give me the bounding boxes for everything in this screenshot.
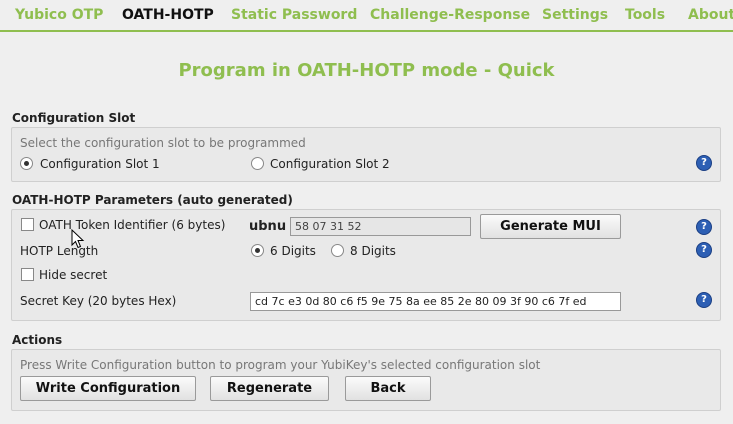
hide-secret-label[interactable]: Hide secret bbox=[39, 268, 107, 282]
nav-static-password[interactable]: Static Password bbox=[231, 7, 357, 23]
question-circle-icon[interactable]: ? bbox=[696, 219, 712, 235]
slot1-radio[interactable] bbox=[20, 157, 33, 170]
hide-secret-checkbox[interactable] bbox=[21, 268, 34, 281]
six-digits-radio[interactable] bbox=[251, 244, 264, 257]
slot1-label[interactable]: Configuration Slot 1 bbox=[40, 157, 160, 171]
params-group: OATH Token Identifier (6 bytes) ubnu Gen… bbox=[11, 209, 721, 321]
config-slot-heading: Configuration Slot bbox=[12, 111, 136, 125]
nav-challenge-response[interactable]: Challenge-Response bbox=[370, 7, 530, 23]
secret-key-label: Secret Key (20 bytes Hex) bbox=[20, 294, 177, 308]
page-title: Program in OATH-HOTP mode - Quick bbox=[178, 60, 555, 81]
nav-settings[interactable]: Settings bbox=[542, 7, 608, 23]
question-circle-icon[interactable]: ? bbox=[696, 155, 712, 171]
slot2-radio[interactable] bbox=[251, 157, 264, 170]
token-id-checkbox[interactable] bbox=[21, 218, 34, 231]
secret-key-input[interactable] bbox=[250, 292, 621, 311]
regenerate-button[interactable]: Regenerate bbox=[210, 376, 329, 401]
actions-group: Press Write Configuration button to prog… bbox=[11, 349, 721, 411]
question-circle-icon[interactable]: ? bbox=[696, 292, 712, 308]
six-digits-label[interactable]: 6 Digits bbox=[270, 244, 316, 258]
eight-digits-label[interactable]: 8 Digits bbox=[350, 244, 396, 258]
actions-heading: Actions bbox=[12, 333, 63, 347]
token-id-label[interactable]: OATH Token Identifier (6 bytes) bbox=[39, 218, 225, 232]
generate-mui-button[interactable]: Generate MUI bbox=[480, 214, 621, 239]
write-configuration-button[interactable]: Write Configuration bbox=[20, 376, 196, 401]
actions-hint: Press Write Configuration button to prog… bbox=[20, 358, 541, 372]
hotp-length-label: HOTP Length bbox=[20, 244, 99, 258]
top-navigation: Yubico OTP OATH-HOTP Static Password Cha… bbox=[0, 0, 733, 32]
back-button[interactable]: Back bbox=[345, 376, 431, 401]
question-circle-icon[interactable]: ? bbox=[696, 242, 712, 258]
token-id-input[interactable] bbox=[290, 217, 471, 236]
config-slot-group: Select the configuration slot to be prog… bbox=[11, 127, 721, 182]
nav-yubico-otp[interactable]: Yubico OTP bbox=[15, 7, 103, 23]
eight-digits-radio[interactable] bbox=[331, 244, 344, 257]
slot2-label[interactable]: Configuration Slot 2 bbox=[270, 157, 390, 171]
mouse-pointer-icon bbox=[71, 229, 85, 249]
nav-oath-hotp[interactable]: OATH-HOTP bbox=[122, 7, 214, 23]
token-prefix: ubnu bbox=[249, 219, 287, 234]
config-slot-hint: Select the configuration slot to be prog… bbox=[20, 136, 306, 150]
nav-tools[interactable]: Tools bbox=[625, 7, 665, 23]
params-heading: OATH-HOTP Parameters (auto generated) bbox=[12, 193, 293, 207]
nav-about[interactable]: About bbox=[688, 7, 733, 23]
